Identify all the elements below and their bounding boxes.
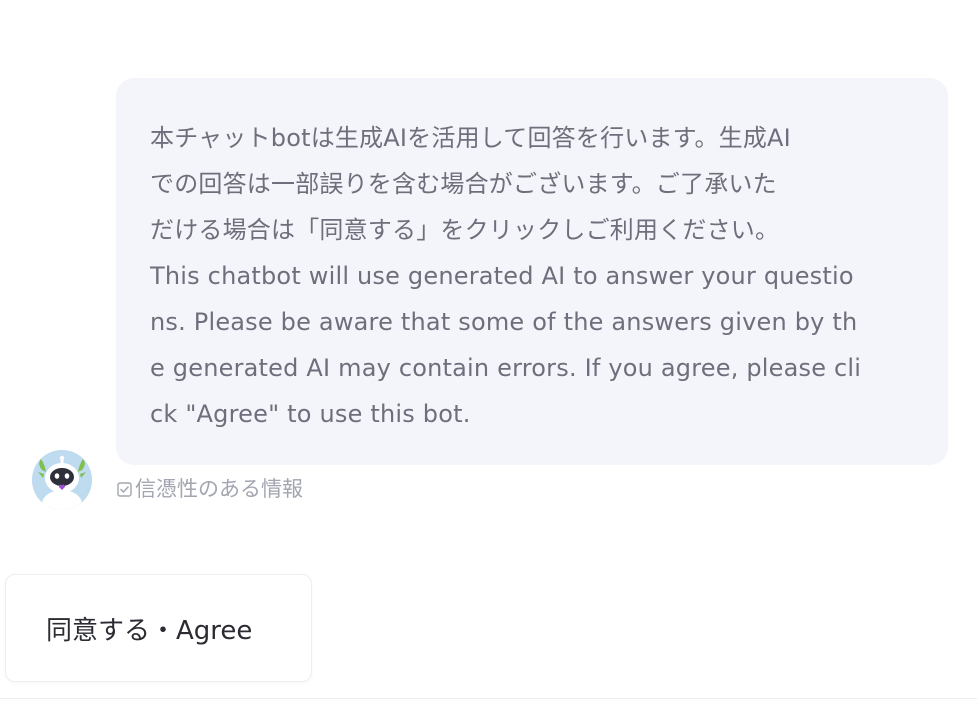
message-line: ns. Please be aware that some of the ans… — [150, 308, 858, 336]
agree-button[interactable]: 同意する・Agree — [5, 574, 312, 682]
chat-page: 本チャットbotは生成AIを活用して回答を行います。生成AI での回答は一部誤り… — [0, 0, 977, 705]
message-line: 本チャットbotは生成AIを活用して回答を行います。生成AI — [150, 124, 791, 152]
message-line: This chatbot will use generated AI to an… — [150, 262, 854, 290]
checkbox-icon — [117, 481, 132, 497]
reliability-label: 信憑性のある情報 — [135, 477, 303, 501]
divider — [0, 698, 977, 699]
robot-icon — [32, 450, 92, 510]
bot-avatar — [32, 450, 92, 510]
message-line: ck "Agree" to use this bot. — [150, 400, 471, 428]
reliability-note: 信憑性のある情報 — [117, 474, 303, 504]
bot-message-bubble: 本チャットbotは生成AIを活用して回答を行います。生成AI での回答は一部誤り… — [116, 78, 948, 465]
message-line: e generated AI may contain errors. If yo… — [150, 354, 862, 382]
message-line: での回答は一部誤りを含む場合がございます。ご了承いた — [150, 170, 777, 198]
message-line: だける場合は「同意する」をクリックしご利用ください。 — [150, 216, 780, 244]
